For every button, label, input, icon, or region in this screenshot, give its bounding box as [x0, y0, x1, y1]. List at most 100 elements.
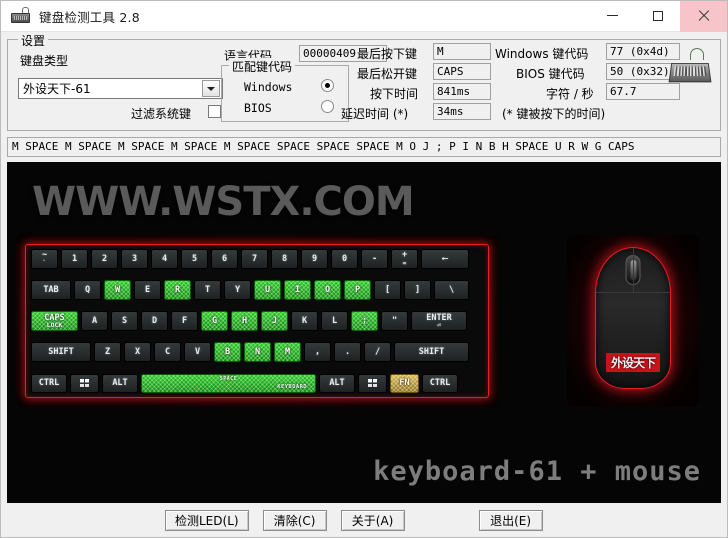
key-label: W	[114, 284, 121, 295]
key-l[interactable]: L	[321, 311, 348, 331]
window-title: 键盘检测工具 2.8	[39, 9, 140, 25]
key-label: CTRL	[429, 378, 451, 388]
match-keycode-legend: 匹配键代码	[229, 58, 296, 75]
key-label: /	[374, 346, 381, 357]
clear-button[interactable]: 清除(C)	[262, 509, 327, 531]
key-j[interactable]: J	[261, 311, 288, 331]
key-9[interactable]: 9	[301, 249, 328, 269]
key-2[interactable]: 2	[91, 249, 118, 269]
key-a[interactable]: A	[81, 311, 108, 331]
key-[interactable]: ⟵	[421, 249, 469, 269]
key-fn[interactable]: FN	[390, 373, 419, 393]
chevron-down-icon[interactable]	[202, 80, 220, 97]
key-d[interactable]: D	[141, 311, 168, 331]
key-label: X	[134, 346, 141, 357]
windows-logo-icon	[80, 379, 89, 388]
key-k[interactable]: K	[291, 311, 318, 331]
key-label: SHIFT	[418, 346, 445, 357]
key-e[interactable]: E	[134, 280, 161, 300]
key-0[interactable]: 0	[331, 249, 358, 269]
key-label: "	[391, 315, 398, 326]
key-label: I	[294, 284, 301, 295]
key-b[interactable]: B	[214, 342, 241, 362]
key-shift[interactable]: SHIFT	[31, 342, 91, 362]
key-[interactable]: /	[364, 342, 391, 362]
key-1[interactable]: 1	[61, 249, 88, 269]
key-[interactable]: -	[361, 249, 388, 269]
key-ctrl[interactable]: CTRL	[422, 373, 458, 393]
maximize-button[interactable]	[635, 1, 680, 32]
key-z[interactable]: Z	[94, 342, 121, 362]
key-x[interactable]: X	[124, 342, 151, 362]
key-w[interactable]: W	[104, 280, 131, 300]
key-[interactable]: ~ `	[31, 249, 58, 269]
key-4[interactable]: 4	[151, 249, 178, 269]
radio-windows[interactable]	[321, 79, 334, 92]
close-button[interactable]	[680, 0, 727, 32]
key-label: P	[354, 284, 361, 295]
key-label: N	[254, 346, 261, 357]
windows-logo-icon	[368, 379, 377, 388]
key-y[interactable]: Y	[224, 280, 251, 300]
key-3[interactable]: 3	[121, 249, 148, 269]
filter-system-keys-checkbox[interactable]	[208, 105, 221, 118]
key-c[interactable]: C	[154, 342, 181, 362]
key-n[interactable]: N	[244, 342, 271, 362]
about-button[interactable]: 关于(A)	[340, 509, 405, 531]
key-alt[interactable]: ALT	[102, 373, 138, 393]
title-bar: 键盘检测工具 2.8	[1, 0, 727, 32]
key-win[interactable]	[70, 373, 99, 393]
key-label: TAB	[43, 284, 59, 295]
keyboard-row: CAPS LOCK A S D F G H J K L; " ENTER ⏎	[31, 311, 483, 331]
key-[interactable]: ]	[404, 280, 431, 300]
key-f[interactable]: F	[171, 311, 198, 331]
key-caps[interactable]: CAPS LOCK	[31, 311, 78, 331]
key-r[interactable]: R	[164, 280, 191, 300]
key-label: 6	[221, 253, 228, 264]
minimize-button[interactable]	[590, 1, 635, 32]
keyboard-board[interactable]: ~ ` 1 2 3 4 5 6 7 8 9 0 - + = ⟵ TAB Q W E R T Y U I O P [] \ CAPS LOCK…	[25, 244, 489, 398]
key-o[interactable]: O	[314, 280, 341, 300]
key-[interactable]: "	[381, 311, 408, 331]
key-g[interactable]: G	[201, 311, 228, 331]
key-alt[interactable]: ALT	[319, 373, 355, 393]
exit-button[interactable]: 退出(E)	[478, 509, 543, 531]
key-8[interactable]: 8	[271, 249, 298, 269]
key-[interactable]: \	[434, 280, 469, 300]
press-time-label: 按下时间	[370, 87, 419, 101]
key-[interactable]: [	[374, 280, 401, 300]
key-label: ⟵	[442, 253, 448, 264]
delay-time-label: 延迟时间 (*)	[341, 107, 409, 121]
radio-bios[interactable]	[321, 100, 334, 113]
key-u[interactable]: U	[254, 280, 281, 300]
detect-led-button[interactable]: 检测LED(L)	[165, 509, 249, 531]
key-space[interactable]: SPACE KEYBOARD	[141, 373, 316, 393]
key-shift[interactable]: SHIFT	[394, 342, 469, 362]
key-t[interactable]: T	[194, 280, 221, 300]
key-[interactable]: ;	[351, 311, 378, 331]
keyboard-type-select[interactable]: 外设天下-61	[18, 78, 223, 99]
key-q[interactable]: Q	[74, 280, 101, 300]
key-label: F	[181, 315, 188, 326]
key-label: H	[241, 315, 248, 326]
keyboard-type-label: 键盘类型	[20, 54, 69, 68]
key-7[interactable]: 7	[241, 249, 268, 269]
key-label: 4	[161, 253, 168, 264]
key-ctrl[interactable]: CTRL	[31, 373, 67, 393]
app-window: 键盘检测工具 2.8 设置 键盘类型 外设天下-61 过滤系统键 语言代码 00…	[0, 0, 728, 538]
radio-label-windows: Windows	[244, 80, 293, 94]
key-h[interactable]: H	[231, 311, 258, 331]
key-win[interactable]	[358, 373, 387, 393]
key-p[interactable]: P	[344, 280, 371, 300]
key-6[interactable]: 6	[211, 249, 238, 269]
key-[interactable]: ,	[304, 342, 331, 362]
key-enter[interactable]: ENTER ⏎	[411, 311, 467, 331]
key-[interactable]: .	[334, 342, 361, 362]
key-i[interactable]: I	[284, 280, 311, 300]
key-s[interactable]: S	[111, 311, 138, 331]
key-v[interactable]: V	[184, 342, 211, 362]
key-tab[interactable]: TAB	[31, 280, 71, 300]
key-m[interactable]: M	[274, 342, 301, 362]
key-[interactable]: + =	[391, 249, 418, 269]
key-5[interactable]: 5	[181, 249, 208, 269]
